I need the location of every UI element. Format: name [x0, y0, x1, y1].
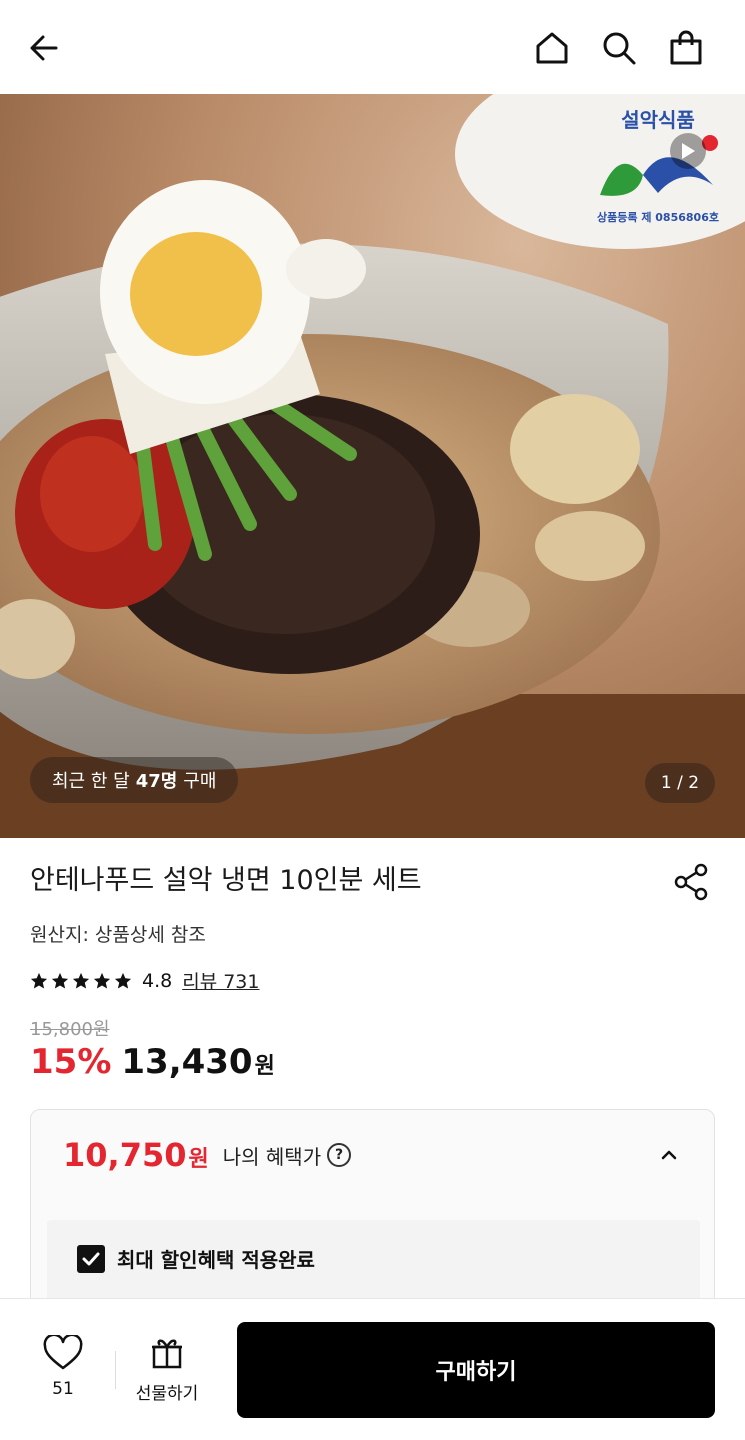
search-icon [603, 32, 636, 65]
gift-icon [152, 1339, 182, 1369]
star-icon [30, 972, 48, 989]
top-nav-bar [0, 0, 745, 94]
help-icon[interactable]: ? [327, 1143, 352, 1167]
recent-count: 47명 [135, 771, 178, 792]
image-counter: 1 / 2 [645, 763, 715, 803]
price-currency: 원 [254, 1054, 275, 1079]
benefit-detail: 최대 할인혜택 적용완료 [47, 1220, 700, 1310]
back-button[interactable] [20, 24, 68, 72]
home-icon [536, 32, 568, 64]
like-count: 51 [52, 1379, 74, 1399]
recent-prefix: 최근 한 달 [52, 771, 130, 792]
review-link[interactable]: 리뷰 731 [182, 967, 259, 994]
share-icon [674, 863, 708, 901]
like-button[interactable]: 51 [30, 1333, 96, 1399]
benefit-currency: 원 [188, 1147, 209, 1172]
check-icon [82, 1252, 100, 1265]
benefit-label-group: 나의 혜택가 ? [222, 1141, 352, 1170]
play-video-button[interactable] [670, 133, 706, 169]
play-icon [682, 143, 695, 159]
recent-purchase-badge: 최근 한 달 47명 구매 [30, 757, 239, 803]
bottom-divider [115, 1351, 116, 1389]
home-button[interactable] [528, 24, 576, 72]
checkbox-checked[interactable] [77, 1244, 105, 1273]
heart-icon [43, 1333, 83, 1370]
arrow-left-icon [30, 35, 58, 61]
brand-name: 설악식품 [621, 108, 695, 132]
gift-button[interactable]: 선물하기 [126, 1335, 208, 1404]
benefit-price: 10,750 [63, 1136, 187, 1174]
star-icon [114, 972, 132, 989]
brand-registration: 상품등록 제 0856806호 [597, 211, 719, 224]
original-price: 15,800원 [30, 1019, 110, 1040]
rating-value: 4.8 [142, 969, 173, 992]
star-icon [51, 972, 69, 989]
sale-price: 13,430 [121, 1042, 253, 1082]
product-origin: 원산지: 상품상세 참조 [30, 924, 206, 946]
bottom-action-bar: 51 선물하기 구매하기 [0, 1298, 745, 1440]
share-button[interactable] [672, 862, 712, 902]
benefit-label: 나의 혜택가 [222, 1144, 322, 1169]
star-icon [72, 972, 90, 989]
star-icon [93, 972, 111, 989]
product-image-carousel[interactable]: 설악식품 상품등록 제 0856806호 최근 한 달 47명 구매 1 / 2 [0, 94, 745, 838]
chevron-up-icon[interactable] [654, 1140, 684, 1170]
benefit-panel: 10,750원 나의 혜택가 ? 최대 할인혜택 적용완료 [30, 1109, 715, 1319]
gift-label: 선물하기 [135, 1384, 199, 1404]
shopping-bag-icon [670, 30, 702, 65]
search-button[interactable] [595, 24, 643, 72]
star-rating [30, 972, 132, 990]
discount-rate: 15% [30, 1042, 112, 1082]
checkbox-label: 최대 할인혜택 적용완료 [117, 1248, 315, 1272]
benefit-toggle[interactable]: 10,750원 나의 혜택가 ? [31, 1110, 714, 1200]
product-title: 안테나푸드 설악 냉면 10인분 세트 [30, 865, 422, 896]
max-discount-check-row[interactable]: 최대 할인혜택 적용완료 [77, 1244, 315, 1273]
recent-suffix: 구매 [183, 771, 217, 792]
buy-button[interactable]: 구매하기 [237, 1322, 715, 1418]
price-row: 15% 13,430원 [30, 1042, 275, 1082]
rating-row: 4.8 리뷰 731 [30, 967, 259, 994]
brand-logo: 설악식품 상품등록 제 0856806호 [588, 104, 728, 225]
cart-button[interactable] [662, 24, 710, 72]
